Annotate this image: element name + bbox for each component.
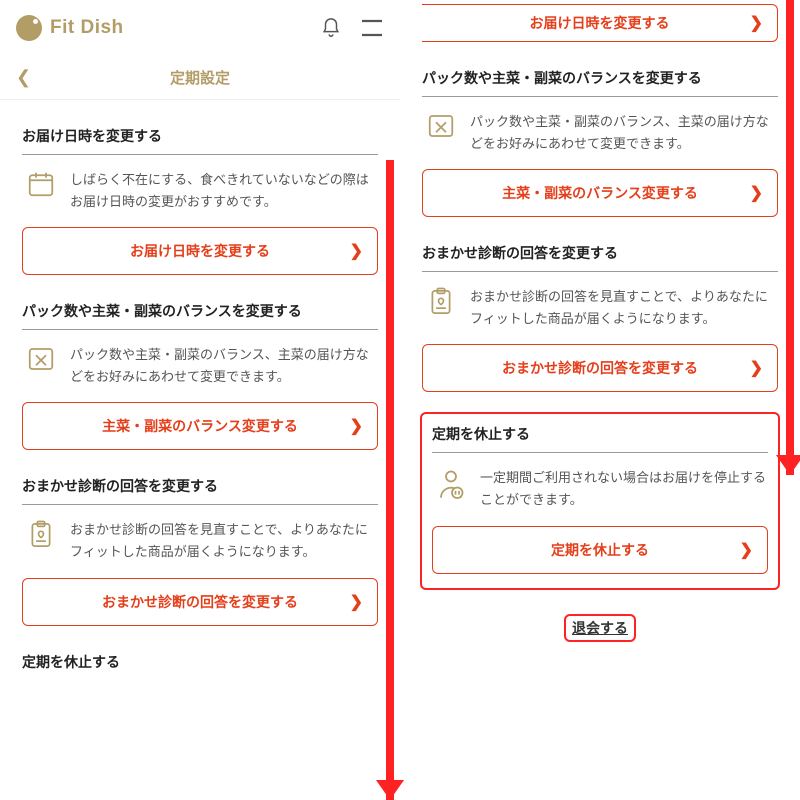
chevron-right-icon: ❯ — [350, 241, 363, 261]
logo-icon — [16, 15, 42, 41]
clipboard-icon — [24, 519, 58, 551]
section-desc: 一定期間ご利用されない場合はお届けを停止することができます。 — [480, 467, 766, 511]
section-shindan: おまかせ診断の回答を変更する おまかせ診断の回答を見直すことで、よりあなたにフィ… — [422, 243, 778, 392]
sub-header: ❮ 定期設定 — [0, 56, 400, 100]
cta-label: お届け日時を変更する — [530, 13, 670, 33]
chevron-right-icon: ❯ — [740, 540, 753, 560]
notifications-icon[interactable] — [320, 17, 342, 39]
section-desc: パック数や主菜・副菜のバランス、主菜の届け方などをお好みにあわせて変更できます。 — [70, 344, 376, 388]
chevron-right-icon: ❯ — [350, 592, 363, 612]
brand-text: Fit Dish — [50, 17, 124, 39]
section-title: パック数や主菜・副菜のバランスを変更する — [22, 301, 378, 330]
scroll-arrow-icon — [786, 0, 794, 475]
withdraw-link[interactable]: 退会する — [566, 616, 634, 640]
section-pause: 定期を休止する 一定期間ご利用されない場合はお届けを停止することができます。 定… — [422, 414, 778, 587]
meal-icon — [24, 344, 58, 374]
clipboard-icon — [424, 286, 458, 318]
menu-icon[interactable] — [360, 18, 384, 38]
section-desc: しばらく不在にする、食べきれていないなどの際はお届け日時の変更がおすすめです。 — [70, 169, 376, 213]
section-title: お届け日時を変更する — [22, 126, 378, 155]
user-pause-icon — [434, 467, 468, 501]
change-delivery-button[interactable]: お届け日時を変更する ❯ — [22, 227, 378, 275]
cta-label: お届け日時を変更する — [130, 241, 270, 261]
chevron-right-icon: ❯ — [750, 358, 763, 378]
change-shindan-button[interactable]: おまかせ診断の回答を変更する ❯ — [422, 344, 778, 392]
chevron-right-icon: ❯ — [350, 416, 363, 436]
cta-label: おまかせ診断の回答を変更する — [102, 592, 298, 612]
back-icon[interactable]: ❮ — [16, 67, 31, 88]
meal-icon — [424, 111, 458, 141]
section-pause-peek: 定期を休止する — [22, 652, 378, 680]
change-balance-button[interactable]: 主菜・副菜のバランス変更する ❯ — [22, 402, 378, 450]
brand-logo: Fit Dish — [16, 15, 124, 41]
change-delivery-button[interactable]: お届け日時を変更する ❯ — [422, 4, 778, 42]
section-title: パック数や主菜・副菜のバランスを変更する — [422, 68, 778, 97]
section-title: 定期を休止する — [22, 652, 378, 680]
section-balance: パック数や主菜・副菜のバランスを変更する パック数や主菜・副菜のバランス、主菜の… — [22, 301, 378, 450]
section-balance: パック数や主菜・副菜のバランスを変更する パック数や主菜・副菜のバランス、主菜の… — [422, 68, 778, 217]
section-title: おまかせ診断の回答を変更する — [22, 476, 378, 505]
calendar-icon — [24, 169, 58, 199]
cta-label: 主菜・副菜のバランス変更する — [502, 183, 698, 203]
section-delivery: お届け日時を変更する しばらく不在にする、食べきれていないなどの際はお届け日時の… — [22, 126, 378, 275]
change-shindan-button[interactable]: おまかせ診断の回答を変更する ❯ — [22, 578, 378, 626]
section-desc: おまかせ診断の回答を見直すことで、よりあなたにフィットした商品が届くようになりま… — [70, 519, 376, 563]
app-header: Fit Dish — [0, 0, 400, 56]
cta-label: 主菜・副菜のバランス変更する — [102, 416, 298, 436]
section-desc: パック数や主菜・副菜のバランス、主菜の届け方などをお好みにあわせて変更できます。 — [470, 111, 776, 155]
change-balance-button[interactable]: 主菜・副菜のバランス変更する ❯ — [422, 169, 778, 217]
cta-label: 定期を休止する — [551, 540, 649, 560]
cta-label: おまかせ診断の回答を変更する — [502, 358, 698, 378]
chevron-right-icon: ❯ — [750, 183, 763, 203]
section-shindan: おまかせ診断の回答を変更する おまかせ診断の回答を見直すことで、よりあなたにフィ… — [22, 476, 378, 625]
pause-button[interactable]: 定期を休止する ❯ — [432, 526, 768, 574]
section-desc: おまかせ診断の回答を見直すことで、よりあなたにフィットした商品が届くようになりま… — [470, 286, 776, 330]
scroll-arrow-icon — [386, 160, 394, 800]
chevron-right-icon: ❯ — [750, 13, 763, 33]
section-title: おまかせ診断の回答を変更する — [422, 243, 778, 272]
section-title: 定期を休止する — [432, 424, 768, 453]
page-title: 定期設定 — [0, 67, 400, 88]
